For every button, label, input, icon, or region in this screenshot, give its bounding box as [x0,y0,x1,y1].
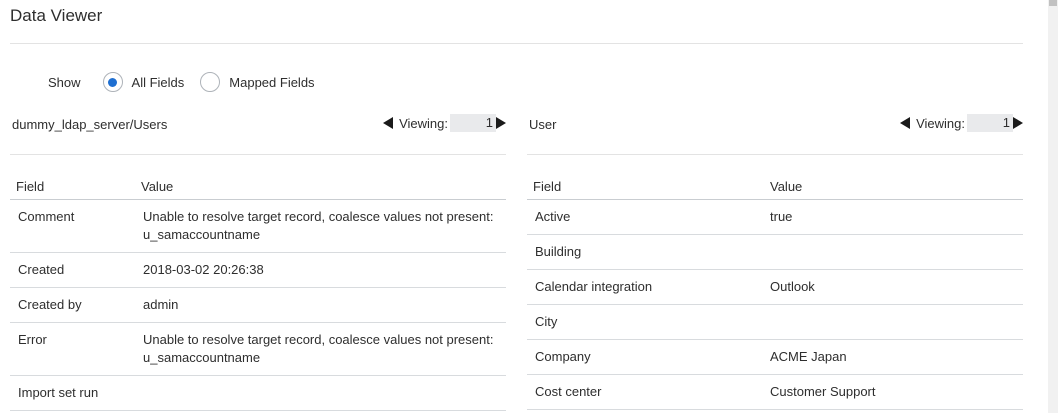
target-table-name: User [529,117,557,132]
field-value [135,375,506,411]
table-header-row: Field Value [527,179,1023,200]
viewing-record-input[interactable]: 1 [967,114,1013,132]
previous-record-icon[interactable] [900,117,911,129]
source-fields-table: Field Value Comment Unable to resolve ta… [10,179,506,411]
column-header-field: Field [10,179,135,200]
panel-divider [527,154,1023,155]
source-panel: dummy_ldap_server/Users Viewing: 1 Field… [10,110,506,411]
field-value: 2018-03-02 20:26:38 [135,252,506,288]
field-value: Unable to resolve target record, coalesc… [135,322,506,376]
scrollbar-thumb[interactable] [1049,0,1057,6]
viewing-record-input[interactable]: 1 [450,114,496,132]
field-name: Comment [10,199,135,253]
source-viewing-control: Viewing: 1 [383,114,506,132]
field-value [762,234,1023,270]
field-value [762,304,1023,340]
next-record-icon[interactable] [496,117,506,129]
table-row: Import set run [10,375,506,411]
field-value: true [762,199,1023,235]
show-label: Show [48,74,81,90]
mapped-fields-label[interactable]: Mapped Fields [229,75,314,90]
field-value: Outlook [762,269,1023,305]
field-name: Import set run [10,375,135,411]
field-name: Created [10,252,135,288]
field-value: admin [135,287,506,323]
table-header-row: Field Value [10,179,506,200]
panel-divider [10,154,506,155]
next-record-icon[interactable] [1013,117,1023,129]
target-panel-header: User Viewing: 1 [527,110,1023,140]
target-panel: User Viewing: 1 Field Value Active true … [527,110,1023,410]
table-row: Created by admin [10,287,506,323]
target-viewing-control: Viewing: 1 [900,114,1023,132]
field-name: Company [527,339,762,375]
page-scrollbar[interactable] [1048,0,1058,413]
show-filter: Show All Fields Mapped Fields [48,72,331,92]
all-fields-label[interactable]: All Fields [132,75,185,90]
title-divider [10,43,1023,44]
viewing-label: Viewing: [916,115,965,131]
table-row: Building [527,234,1023,270]
target-fields-table: Field Value Active true Building Calenda… [527,179,1023,410]
field-name: Error [10,322,135,376]
table-row: Comment Unable to resolve target record,… [10,199,506,253]
table-row: Created 2018-03-02 20:26:38 [10,252,506,288]
previous-record-icon[interactable] [383,117,394,129]
field-value: ACME Japan [762,339,1023,375]
field-name: Building [527,234,762,270]
field-name: Cost center [527,374,762,410]
table-row: Calendar integration Outlook [527,269,1023,305]
mapped-fields-radio[interactable] [200,72,221,92]
table-row: Active true [527,199,1023,235]
field-value: Unable to resolve target record, coalesc… [135,199,506,253]
source-table-name: dummy_ldap_server/Users [12,117,168,132]
field-name: Active [527,199,762,235]
table-row: City [527,304,1023,340]
field-name: Created by [10,287,135,323]
viewing-label: Viewing: [399,115,448,131]
column-header-value: Value [135,179,506,200]
table-row: Company ACME Japan [527,339,1023,375]
column-header-value: Value [762,179,1023,200]
field-value: Customer Support [762,374,1023,410]
table-row: Error Unable to resolve target record, c… [10,322,506,376]
field-name: City [527,304,762,340]
source-panel-header: dummy_ldap_server/Users Viewing: 1 [10,110,506,140]
table-row: Cost center Customer Support [527,374,1023,410]
column-header-field: Field [527,179,762,200]
page-title: Data Viewer [10,6,103,25]
all-fields-radio[interactable] [102,72,123,92]
field-name: Calendar integration [527,269,762,305]
